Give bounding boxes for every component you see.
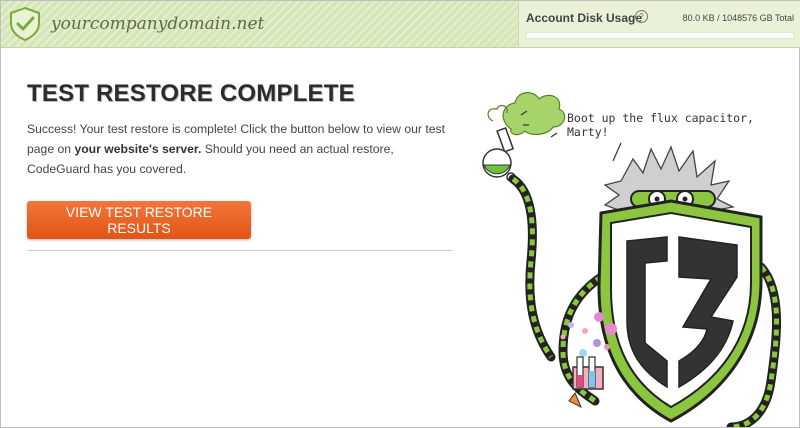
view-test-restore-results-button[interactable]: VIEW TEST RESTORE RESULTS: [27, 201, 251, 239]
divider: [27, 250, 453, 251]
flask-icon: [482, 127, 516, 182]
page-title: TEST RESTORE COMPLETE: [27, 80, 355, 107]
disk-usage-bar: [526, 32, 794, 39]
codeguard-shield: [597, 199, 763, 423]
disk-usage-label: Account Disk Usage: [526, 11, 643, 25]
top-bar: yourcompanydomain.net Account Disk Usage…: [1, 1, 800, 48]
message-bold: your website's server.: [74, 142, 202, 156]
speech-bubble-text: Boot up the flux capacitor, Marty!: [567, 111, 754, 139]
disk-usage-value: 80.0 KB / 1048576 GB Total: [682, 13, 794, 23]
shield-check-icon: [10, 6, 40, 42]
question-circle-icon[interactable]: ?: [635, 10, 648, 23]
success-message: Success! Your test restore is complete! …: [27, 119, 457, 179]
smoke-cloud: [487, 92, 566, 136]
domain-name[interactable]: yourcompanydomain.net: [51, 14, 264, 34]
disk-usage-panel: Account Disk Usage ? 80.0 KB / 1048576 G…: [518, 1, 800, 47]
